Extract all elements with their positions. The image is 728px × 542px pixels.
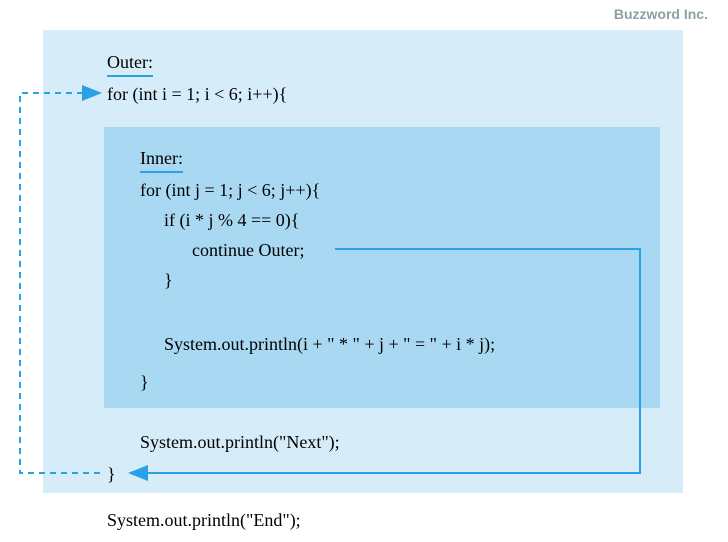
inner-println-line: System.out.println(i + " * " + j + " = "… (164, 334, 495, 355)
inner-for-close: } (140, 372, 149, 393)
inner-if-line: if (i * j % 4 == 0){ (164, 210, 299, 231)
println-next-line: System.out.println("Next"); (140, 432, 340, 453)
inner-continue-line: continue Outer; (192, 240, 304, 261)
inner-for-line: for (int j = 1; j < 6; j++){ (140, 180, 320, 201)
outer-close-brace: } (107, 464, 116, 485)
outer-for-line: for (int i = 1; i < 6; i++){ (107, 84, 287, 105)
inner-block (104, 127, 660, 408)
outer-label-title: Outer: (107, 52, 153, 77)
brand-label: Buzzword Inc. (614, 6, 708, 22)
println-end-line: System.out.println("End"); (107, 510, 301, 531)
inner-if-close: } (164, 270, 173, 291)
inner-label-title: Inner: (140, 148, 183, 173)
